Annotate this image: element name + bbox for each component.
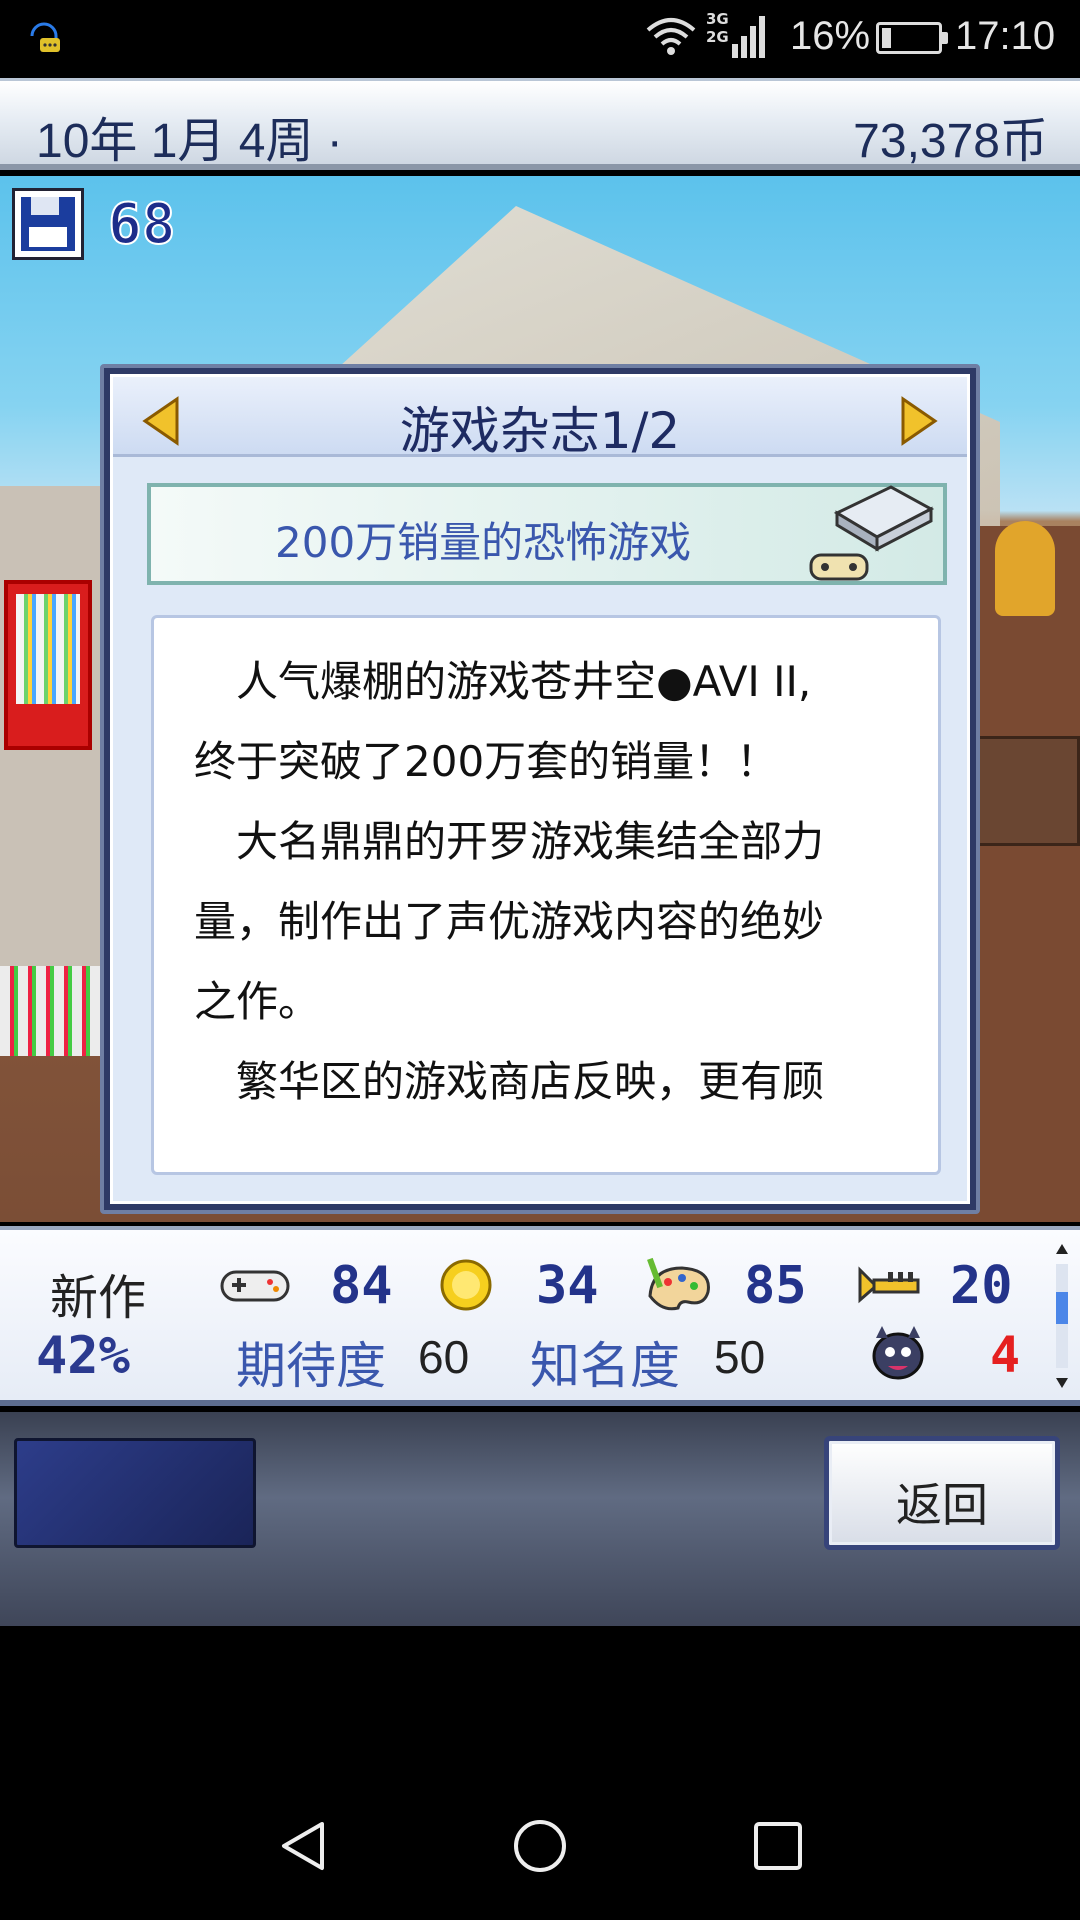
wifi-icon [646,18,696,55]
expectation-value: 60 [418,1331,470,1383]
trophy-statue [995,521,1055,616]
dialog-body: 游戏杂志1/2 200万销量的恐怖游戏 人气爆棚的游戏苍井空●AVI II, 终… [110,374,970,1204]
coin-icon [440,1259,492,1311]
battery-icon [876,22,948,54]
article-line-3: 大名鼎鼎的开罗游戏集结全部力 [194,817,825,866]
fame-value: 50 [714,1331,766,1383]
signal-bars-icon [732,16,765,58]
scroll-thumb[interactable] [1056,1292,1068,1324]
scroll-up-icon[interactable] [1054,1242,1070,1256]
headline-banner: 200万销量的恐怖游戏 [147,483,947,585]
back-button[interactable]: 返回 [824,1436,1060,1550]
article-line-5: 之作。 [194,977,321,1026]
bug-icon [872,1326,924,1380]
save-count: 68 [107,191,176,258]
fame-label: 知名度 [530,1337,680,1395]
money-display: 73,378币 [853,115,1048,168]
sound-value: 20 [950,1256,1013,1316]
article-line-2: 终于突破了200万套的销量！！ [194,737,779,786]
battery-fill [882,28,891,48]
dialog-title: 游戏杂志1/2 [399,402,681,460]
nav-recent-apps-icon[interactable] [752,1820,804,1872]
back-button-label: 返回 [896,1478,988,1532]
bottom-action-bar: 返回 [0,1412,1080,1626]
battery-percent: 16% [790,14,871,58]
system-nav-bar [0,1626,1080,1920]
new-game-progress: 42% [36,1326,130,1386]
expectation-label: 期待度 [236,1337,386,1395]
bug-count: 4 [990,1326,1021,1384]
palette-icon [647,1257,710,1311]
trumpet-icon [858,1266,920,1304]
article-headline: 200万销量的恐怖游戏 [275,518,692,567]
article-line-1: 人气爆棚的游戏苍井空●AVI II, [194,657,812,706]
fun-value: 84 [330,1256,393,1316]
game-console-icon [809,485,935,581]
nav-back-icon[interactable] [276,1818,332,1874]
article-text[interactable]: 人气爆棚的游戏苍井空●AVI II, 终于突破了200万套的销量！！ 大名鼎鼎的… [151,615,941,1175]
creativity-value: 34 [536,1256,599,1316]
notification-chat-icon [30,22,60,52]
vending-machine [4,580,92,750]
dialog-header: 游戏杂志1/2 [113,377,967,460]
cellular-signal: 3G 2G [706,10,768,60]
article-line-6: 繁华区的游戏商店反映，更有顾 [194,1057,825,1106]
scroll-down-icon[interactable] [1054,1376,1070,1390]
floppy-disk-icon[interactable] [12,188,84,260]
status-bar: 3G 2G 16% 17:10 [0,0,1080,76]
info-panel[interactable] [14,1438,256,1548]
new-game-label: 新作 [50,1270,147,1326]
office-wall [0,486,110,1046]
network-3g-label: 3G [706,10,729,28]
nav-home-icon[interactable] [512,1818,568,1874]
game-header-bar: 10年 1月 4周 · 73,378币 [0,78,1080,170]
article-line-4: 量，制作出了声优游戏内容的绝妙 [194,897,825,946]
network-2g-label: 2G [706,28,729,46]
controller-icon [220,1270,290,1302]
magazine-dialog: 游戏杂志1/2 200万销量的恐怖游戏 人气爆棚的游戏苍井空●AVI II, 终… [100,364,980,1214]
office-desk [975,736,1080,846]
game-stats-panel[interactable]: 新作 42% 84 34 85 20 期待度 60 知名度 50 4 [0,1226,1080,1406]
right-arrow-icon[interactable] [899,395,939,447]
game-date: 10年 1月 4周 · [36,115,343,168]
stats-scrollbar[interactable] [1050,1242,1072,1392]
game-shelf [0,966,100,1056]
graphics-value: 85 [744,1256,807,1316]
clock: 17:10 [955,14,1056,58]
